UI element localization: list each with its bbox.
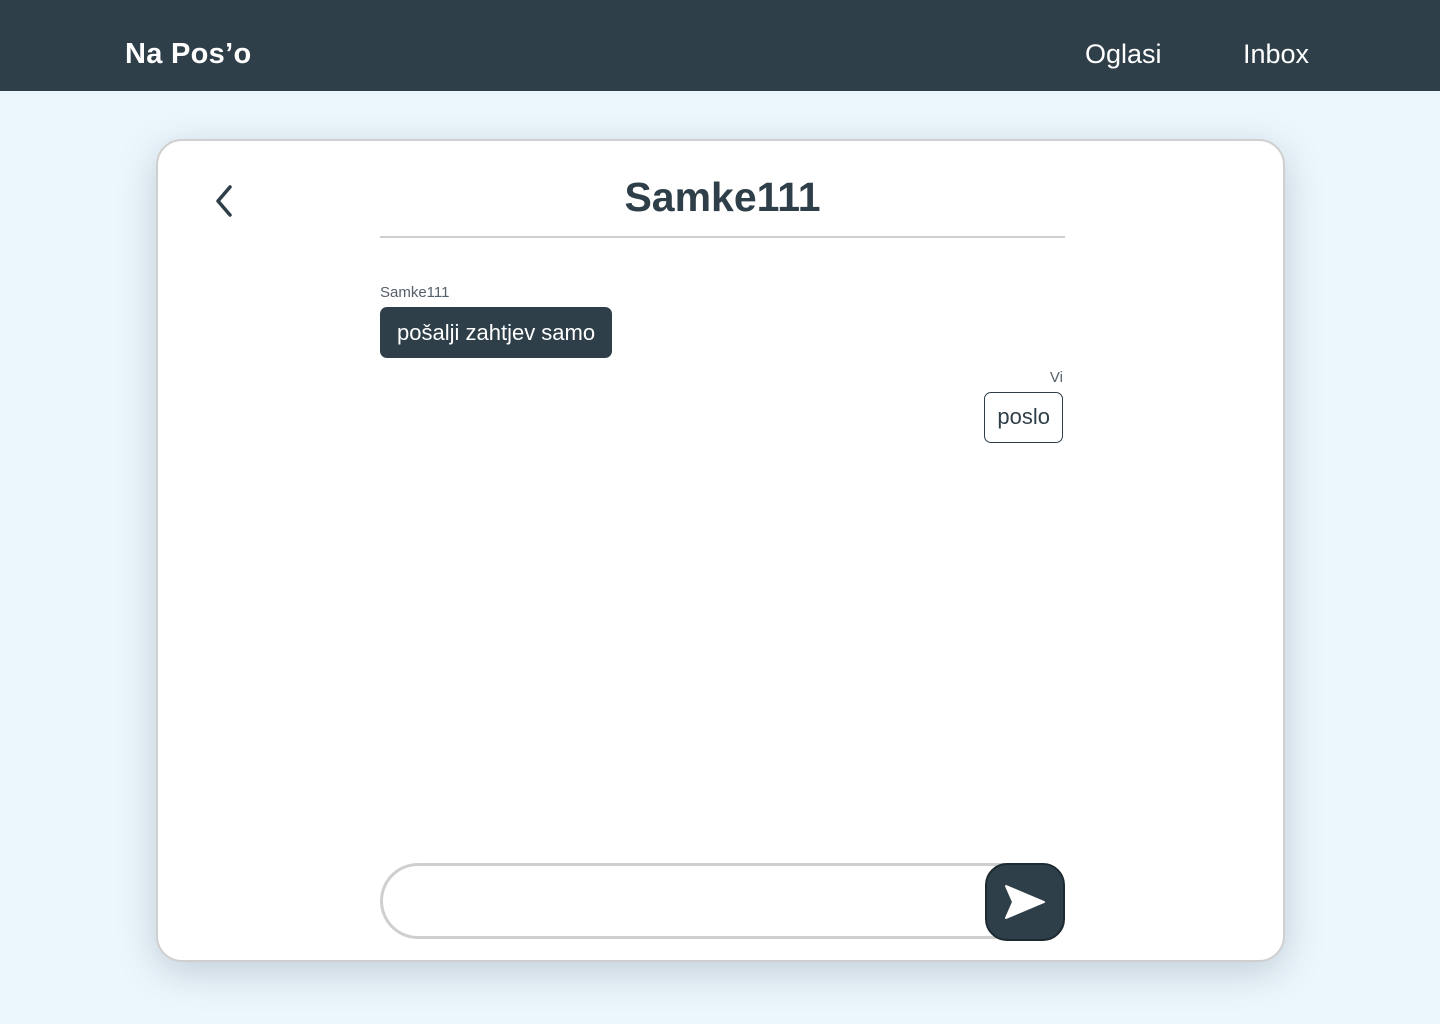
chat-card: Samke111 Samke111 pošalji zahtjev samo V…	[156, 139, 1285, 962]
title-divider	[380, 236, 1065, 238]
message-sender-label: Samke111	[380, 284, 450, 301]
nav-link-inbox[interactable]: Inbox	[1243, 38, 1309, 70]
send-icon	[1005, 885, 1045, 919]
brand-logo[interactable]: Na Pos’o	[125, 36, 252, 72]
message-bubble-received: pošalji zahtjev samo	[380, 307, 613, 358]
message-input[interactable]	[380, 863, 1020, 939]
message-sender-label: Vi	[1049, 369, 1063, 386]
message-bubble-sent: poslo	[984, 392, 1063, 443]
top-navbar: Na Pos’o Oglasi Inbox	[0, 0, 1440, 91]
chat-title: Samke111	[624, 174, 821, 220]
nav-link-oglasi[interactable]: Oglasi	[1085, 38, 1162, 70]
chevron-left-icon	[216, 185, 232, 217]
back-button[interactable]	[204, 181, 244, 221]
send-button[interactable]	[985, 863, 1065, 941]
message-compose	[380, 863, 1065, 941]
